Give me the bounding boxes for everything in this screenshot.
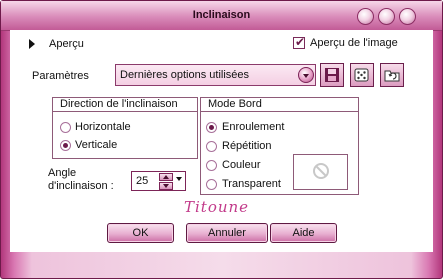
window-title: Inclinaison xyxy=(192,9,251,21)
show-preview-label[interactable]: Aperçu de l'image xyxy=(310,37,398,49)
ok-button[interactable]: OK xyxy=(107,223,174,243)
radio-wrap[interactable] xyxy=(206,122,217,133)
dice-icon xyxy=(354,68,369,82)
floppy-disk-icon xyxy=(325,68,339,82)
angle-label-line1: Angle xyxy=(48,167,77,179)
radio-horizontal[interactable] xyxy=(60,122,71,133)
cancel-button[interactable]: Annuler xyxy=(186,223,268,243)
preset-dropdown[interactable]: Dernières options utilisées xyxy=(115,64,316,86)
radio-horizontal-label[interactable]: Horizontale xyxy=(75,121,131,133)
reset-button[interactable] xyxy=(380,63,404,87)
slider-dropdown-icon[interactable] xyxy=(176,177,182,181)
radio-transparent[interactable] xyxy=(206,179,217,190)
radio-color[interactable] xyxy=(206,160,217,171)
title-bar[interactable]: Inclinaison xyxy=(1,1,442,31)
maximize-button[interactable] xyxy=(378,8,395,25)
radio-color-label[interactable]: Couleur xyxy=(222,159,261,171)
chevron-down-icon[interactable] xyxy=(298,67,314,83)
radio-wrap-label[interactable]: Enroulement xyxy=(222,121,284,133)
angle-value[interactable]: 25 xyxy=(136,175,148,187)
folder-refresh-icon xyxy=(384,70,400,82)
radio-repeat[interactable] xyxy=(206,141,217,152)
angle-label: Angle d'inclinaison : xyxy=(48,167,114,193)
edge-mode-group-title: Mode Bord xyxy=(201,98,358,112)
signature-watermark: Titoune xyxy=(184,198,250,216)
checkmark-icon: ✔ xyxy=(295,35,306,49)
dialog-window: Inclinaison Aperçu ✔ Aperçu de l'image P… xyxy=(0,0,443,279)
randomize-button[interactable] xyxy=(350,63,374,87)
show-preview-checkbox[interactable]: ✔ xyxy=(293,35,306,49)
increment-arrow-icon[interactable] xyxy=(159,173,173,181)
preview-toggle-label[interactable]: Aperçu xyxy=(49,38,84,50)
angle-spinbox[interactable]: 25 xyxy=(131,171,186,191)
decrement-arrow-icon[interactable] xyxy=(159,182,173,190)
close-button[interactable] xyxy=(399,8,416,25)
color-swatch[interactable] xyxy=(293,154,348,190)
params-label: Paramètres xyxy=(32,70,89,82)
save-preset-button[interactable] xyxy=(320,63,344,87)
disabled-icon xyxy=(313,163,329,179)
direction-group-title: Direction de l'inclinaison xyxy=(53,98,197,112)
expand-arrow-icon[interactable] xyxy=(29,39,35,49)
help-button[interactable]: Aide xyxy=(270,223,337,243)
radio-transparent-label[interactable]: Transparent xyxy=(222,178,281,190)
radio-vertical-label[interactable]: Verticale xyxy=(75,139,117,151)
radio-vertical[interactable] xyxy=(60,140,71,151)
preset-selected-value: Dernières options utilisées xyxy=(120,69,250,81)
radio-repeat-label[interactable]: Répétition xyxy=(222,140,272,152)
angle-label-line2: d'inclinaison : xyxy=(48,180,114,192)
minimize-button[interactable] xyxy=(357,8,374,25)
